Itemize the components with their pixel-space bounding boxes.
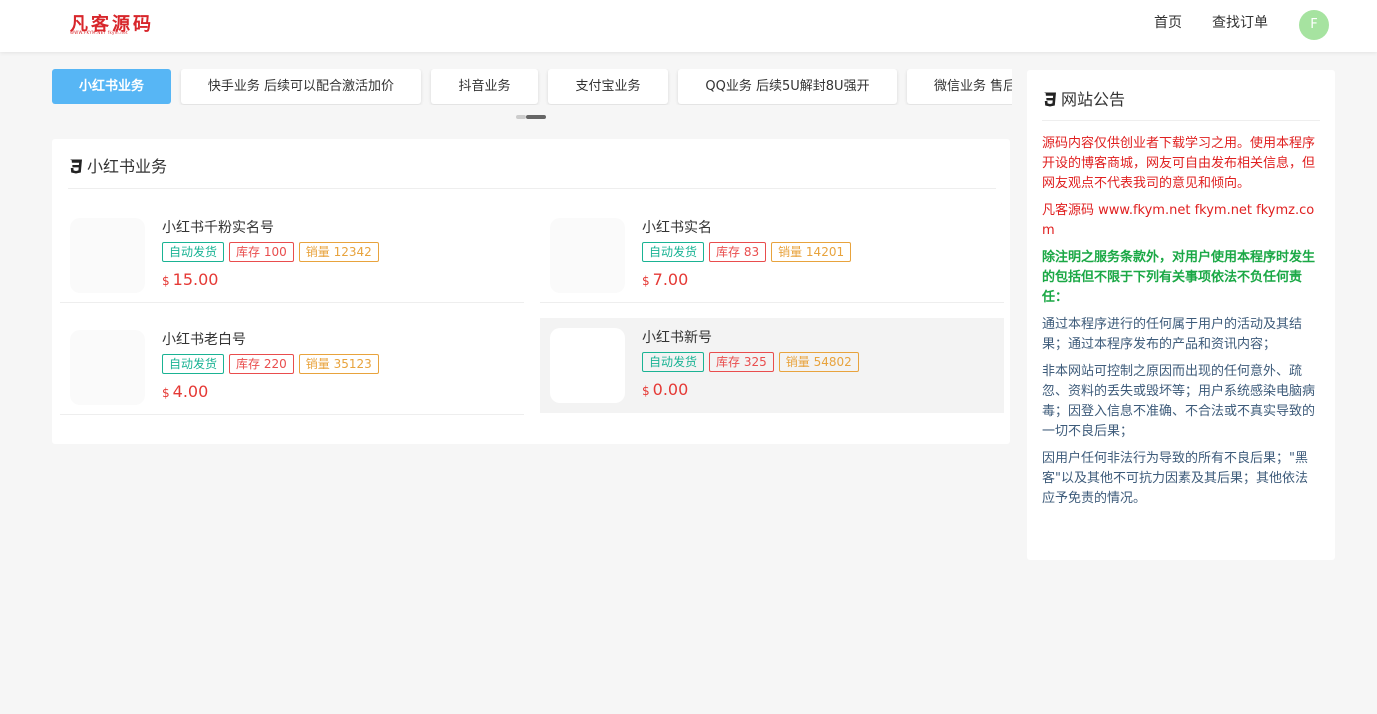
product-name: 小红书千粉实名号 <box>162 220 274 236</box>
product-thumbnail <box>70 330 145 405</box>
auto-delivery-badge: 自动发货 <box>162 242 225 262</box>
divider <box>68 188 996 189</box>
price-value: 15.00 <box>172 270 219 289</box>
product-thumbnail <box>550 328 625 403</box>
product-card[interactable]: 小红书实名 自动发货 库存 83 销量 14201 $7.00 <box>540 208 1004 303</box>
price-value: 0.00 <box>652 380 689 399</box>
product-panel: 小红书业务 小红书千粉实名号 自动发货 库存 100 销量 12342 $15.00… <box>52 139 1010 444</box>
currency-symbol: $ <box>162 274 170 288</box>
product-price: $0.00 <box>642 380 688 399</box>
nav-home-link[interactable]: 首页 <box>1154 12 1182 32</box>
auto-delivery-badge: 自动发货 <box>642 242 705 262</box>
notice-disclaimer: 源码内容仅供创业者下载学习之用。使用本程序开设的博客商城，网友可自由发布相关信息… <box>1042 136 1316 191</box>
notice-term-item: 因用户任何非法行为导致的所有不良后果；"黑客"以及其他不可抗力因素及其后果；其他… <box>1042 451 1308 506</box>
tab-douyin[interactable]: 抖音业务 <box>431 69 538 104</box>
category-tabs: 小红书业务 快手业务 后续可以配合激活加价 抖音业务 支付宝业务 QQ业务 后续… <box>52 69 1012 105</box>
logo-subtext: WWW.FKYM.NET fkym.net <box>70 30 128 35</box>
product-card[interactable]: 小红书千粉实名号 自动发货 库存 100 销量 12342 $15.00 <box>60 208 524 303</box>
auto-delivery-badge: 自动发货 <box>642 352 705 372</box>
sales-badge: 销量 35123 <box>298 354 379 374</box>
stock-badge: 库存 325 <box>709 352 774 372</box>
top-header: 凡客源码 WWW.FKYM.NET fkym.net 首页 查找订单 F <box>0 0 1377 52</box>
product-badges: 自动发货 库存 325 销量 54802 <box>642 352 864 373</box>
currency-symbol: $ <box>642 274 650 288</box>
product-name: 小红书老白号 <box>162 332 246 348</box>
tab-qq[interactable]: QQ业务 后续5U解封8U强开 <box>678 69 897 104</box>
announcement-title-text: 网站公告 <box>1061 90 1126 109</box>
product-badges: 自动发货 库存 83 销量 14201 <box>642 242 856 263</box>
tabs-scroll-indicator[interactable] <box>516 115 546 119</box>
price-value: 7.00 <box>652 270 689 289</box>
sales-badge: 销量 14201 <box>771 242 852 262</box>
product-name: 小红书新号 <box>642 330 712 346</box>
stock-badge: 库存 220 <box>229 354 294 374</box>
product-card[interactable]: 小红书新号 自动发货 库存 325 销量 54802 $0.00 <box>540 318 1004 413</box>
notice-terms-heading: 除注明之服务条款外，对用户使用本程序时发生的包括但不限于下列有关事项依法不负任何… <box>1042 250 1316 305</box>
divider <box>60 414 524 415</box>
product-price: $4.00 <box>162 382 208 401</box>
announcement-panel: 网站公告 源码内容仅供创业者下载学习之用。使用本程序开设的博客商城，网友可自由发… <box>1027 70 1335 560</box>
product-thumbnail <box>70 218 145 293</box>
divider <box>540 302 1004 303</box>
currency-symbol: $ <box>642 384 650 398</box>
user-avatar[interactable]: F <box>1299 10 1329 40</box>
css3-icon <box>70 159 82 174</box>
indicator-dot <box>516 115 526 119</box>
notice-term-item: 非本网站可控制之原因而出现的任何意外、疏忽、资料的丢失或毁坏等；用户系统感染电脑… <box>1042 364 1316 439</box>
product-badges: 自动发货 库存 100 销量 12342 <box>162 242 384 263</box>
announcement-body: 源码内容仅供创业者下载学习之用。使用本程序开设的博客商城，网友可自由发布相关信息… <box>1042 134 1318 516</box>
product-name: 小红书实名 <box>642 220 712 236</box>
divider <box>60 302 524 303</box>
announcement-title: 网站公告 <box>1042 86 1125 110</box>
category-title-text: 小红书业务 <box>87 157 168 176</box>
product-card[interactable]: 小红书老白号 自动发货 库存 220 销量 35123 $4.00 <box>60 320 524 415</box>
currency-symbol: $ <box>162 386 170 400</box>
nav-find-order-link[interactable]: 查找订单 <box>1212 12 1268 32</box>
tab-alipay[interactable]: 支付宝业务 <box>548 69 668 104</box>
stock-badge: 库存 100 <box>229 242 294 262</box>
css3-icon <box>1044 92 1056 107</box>
indicator-dot-active <box>526 115 546 119</box>
tab-wechat[interactable]: 微信业务 售后 <box>907 69 1012 104</box>
product-thumbnail <box>550 218 625 293</box>
sales-badge: 销量 54802 <box>778 352 859 372</box>
tab-xiaohongshu[interactable]: 小红书业务 <box>52 69 171 104</box>
stock-badge: 库存 83 <box>709 242 767 262</box>
price-value: 4.00 <box>172 382 209 401</box>
notice-term-item: 通过本程序进行的任何属于用户的活动及其结果；通过本程序发布的产品和资讯内容； <box>1042 317 1303 352</box>
notice-site-links: 凡客源码 www.fkym.net fkym.net fkymz.com <box>1042 203 1315 238</box>
site-logo[interactable]: 凡客源码 WWW.FKYM.NET fkym.net <box>70 10 151 38</box>
product-badges: 自动发货 库存 220 销量 35123 <box>162 354 384 375</box>
category-title: 小红书业务 <box>68 153 167 177</box>
product-price: $7.00 <box>642 270 688 289</box>
sales-badge: 销量 12342 <box>298 242 379 262</box>
product-price: $15.00 <box>162 270 218 289</box>
tab-kuaishou[interactable]: 快手业务 后续可以配合激活加价 <box>181 69 421 104</box>
auto-delivery-badge: 自动发货 <box>162 354 225 374</box>
divider <box>1042 120 1320 121</box>
